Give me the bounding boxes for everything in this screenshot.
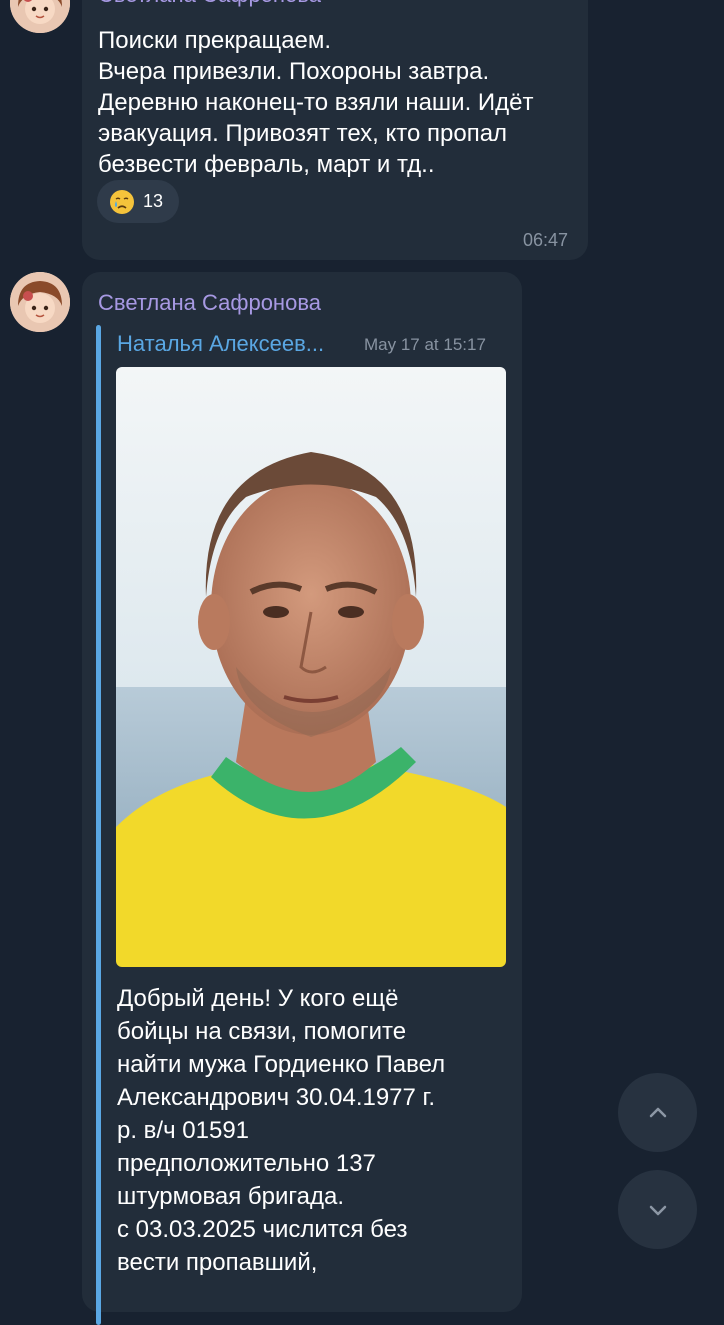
scroll-up-button[interactable] (618, 1073, 697, 1152)
forwarded-from-name[interactable]: Наталья Алексеев... (117, 331, 324, 357)
reaction-chip[interactable]: 13 (97, 180, 179, 223)
sender-name[interactable]: Светлана Сафронова (98, 0, 321, 8)
forwarded-message-bubble[interactable]: Светлана Сафронова Наталья Алексеев... M… (82, 272, 522, 1325)
sender-avatar[interactable] (10, 0, 70, 33)
sender-avatar[interactable] (10, 272, 70, 332)
message-bubble[interactable]: Светлана Сафронова Поиски прекращаем. Вч… (82, 0, 588, 260)
message-text: Поиски прекращаем. Вчера привезли. Похор… (98, 27, 534, 178)
sender-name[interactable]: Светлана Сафронова (98, 290, 321, 316)
forwarded-message-text: Добрый день! У кого ещё бойцы на связи, … (117, 985, 446, 1276)
forward-accent-bar (96, 325, 101, 1325)
chevron-down-icon (649, 1205, 666, 1215)
message-time: 06:47 (523, 230, 569, 250)
reaction-count: 13 (143, 191, 164, 211)
message-photo[interactable] (116, 367, 506, 967)
forwarded-date: May 17 at 15:17 (364, 335, 486, 354)
chevron-up-icon (649, 1107, 666, 1117)
scroll-down-button[interactable] (618, 1170, 697, 1249)
crying-face-icon (110, 189, 134, 214)
